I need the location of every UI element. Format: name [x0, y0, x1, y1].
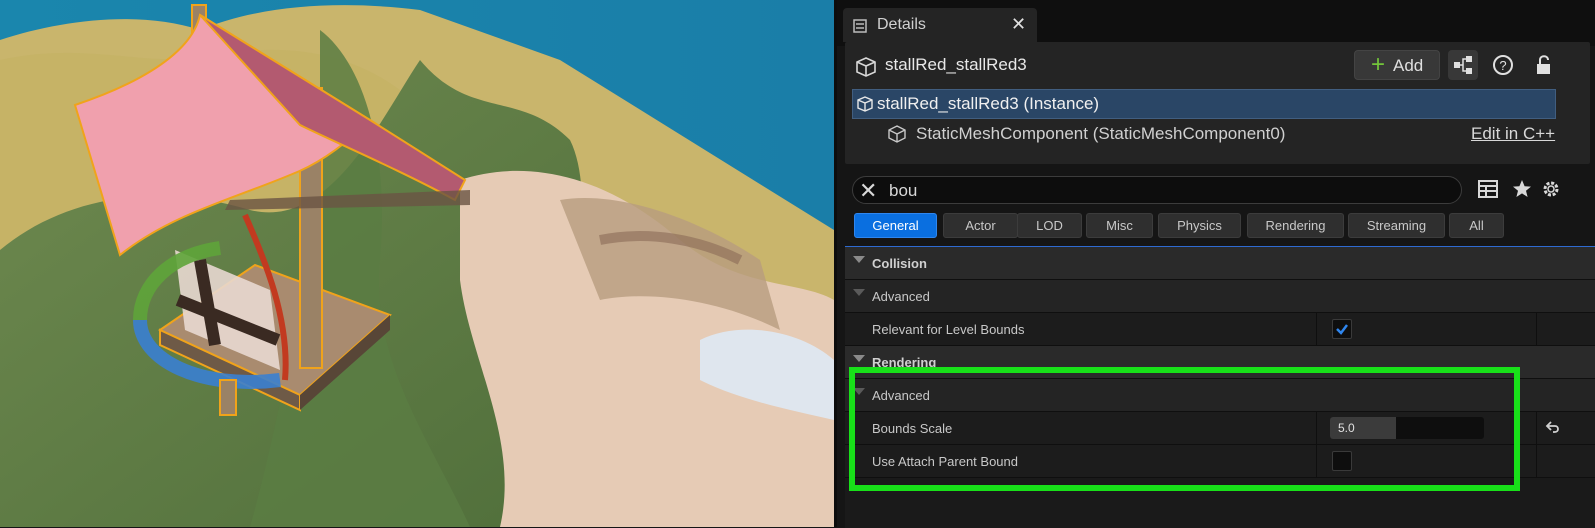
expand-arrow-icon	[853, 355, 865, 362]
edit-in-cpp-link[interactable]: Edit in C++	[1471, 124, 1555, 144]
static-mesh-actor-icon	[856, 57, 876, 77]
filter-tab-general[interactable]: General	[854, 213, 937, 238]
bounds-scale-input[interactable]: 5.0	[1330, 417, 1484, 439]
static-mesh-component-icon	[888, 125, 906, 143]
tab-details[interactable]: Details ✕	[843, 8, 1037, 42]
expand-arrow-icon	[853, 388, 865, 395]
details-tabbar: Details ✕	[837, 0, 1595, 46]
settings-gear-icon[interactable]	[1540, 178, 1562, 200]
instance-label: stallRed_stallRed3 (Instance)	[877, 94, 1100, 113]
clear-search-icon[interactable]: ✕	[859, 178, 877, 204]
filter-tab-physics[interactable]: Physics	[1158, 213, 1241, 238]
level-viewport[interactable]	[0, 0, 834, 527]
subcategory-label: Advanced	[872, 289, 930, 304]
component-label: StaticMeshComponent (StaticMeshComponent…	[916, 124, 1286, 143]
property-label: Bounds Scale	[872, 421, 953, 436]
favorite-star-icon[interactable]	[1511, 178, 1533, 200]
details-icon	[853, 19, 867, 33]
check-icon	[1336, 324, 1348, 335]
column-divider	[1536, 412, 1537, 444]
property-bounds-scale: Bounds Scale 5.0	[845, 412, 1595, 445]
filter-tab-lod[interactable]: LOD	[1017, 213, 1082, 238]
search-box[interactable]: ✕	[852, 176, 1462, 204]
property-use-attach-parent-bound: Use Attach Parent Bound	[845, 445, 1595, 478]
lock-icon[interactable]	[1529, 50, 1559, 80]
actor-header: stallRed_stallRed3 + Add ? stallRed_stal…	[845, 42, 1590, 164]
category-label: Collision	[872, 256, 927, 271]
plus-icon: +	[1371, 51, 1386, 78]
filter-tab-misc[interactable]: Misc	[1086, 213, 1153, 238]
expand-arrow-icon	[853, 289, 865, 296]
filter-tab-actor[interactable]: Actor	[943, 213, 1018, 238]
search-input[interactable]	[887, 179, 1451, 203]
filter-tab-rendering[interactable]: Rendering	[1247, 213, 1344, 238]
property-label: Use Attach Parent Bound	[872, 454, 1018, 469]
property-label: Relevant for Level Bounds	[872, 322, 1025, 337]
subcategory-collision-advanced[interactable]: Advanced	[845, 280, 1595, 313]
property-relevant-for-level-bounds: Relevant for Level Bounds	[845, 313, 1595, 346]
filter-tab-all[interactable]: All	[1449, 213, 1504, 238]
subcategory-rendering-advanced[interactable]: Advanced	[845, 379, 1595, 412]
reset-to-default-icon[interactable]	[1545, 419, 1561, 435]
column-divider	[1316, 412, 1317, 444]
use-attach-parent-checkbox[interactable]	[1332, 451, 1352, 471]
column-divider	[1316, 445, 1317, 477]
table-view-icon[interactable]	[1477, 178, 1499, 200]
filter-tab-streaming[interactable]: Streaming	[1348, 213, 1445, 238]
column-divider	[1536, 313, 1537, 345]
relevant-bounds-checkbox[interactable]	[1332, 319, 1352, 339]
subcategory-label: Advanced	[872, 388, 930, 403]
svg-text:?: ?	[1499, 58, 1506, 73]
category-label: Rendering	[872, 355, 937, 370]
actor-name: stallRed_stallRed3	[885, 55, 1027, 74]
static-mesh-icon	[857, 96, 873, 112]
tree-row-instance[interactable]: stallRed_stallRed3 (Instance)	[852, 89, 1556, 119]
tab-details-label: Details	[877, 16, 926, 33]
column-divider	[1536, 445, 1537, 477]
help-icon[interactable]: ?	[1488, 50, 1518, 80]
column-divider	[1316, 313, 1317, 345]
property-list: Collision Advanced Relevant for Level Bo…	[845, 246, 1595, 528]
viewport-scene[interactable]	[0, 0, 834, 527]
blueprint-convert-icon[interactable]	[1448, 50, 1478, 80]
add-button-label: Add	[1393, 56, 1424, 75]
category-collision[interactable]: Collision	[845, 247, 1595, 280]
bounds-scale-value: 5.0	[1338, 421, 1355, 435]
category-rendering[interactable]: Rendering	[845, 346, 1595, 379]
close-icon[interactable]: ✕	[1011, 14, 1026, 35]
add-component-button[interactable]: + Add	[1354, 50, 1440, 80]
expand-arrow-icon	[853, 256, 865, 263]
details-panel: Details ✕ stallRed_stallRed3 + Add ? sta…	[834, 0, 1595, 528]
